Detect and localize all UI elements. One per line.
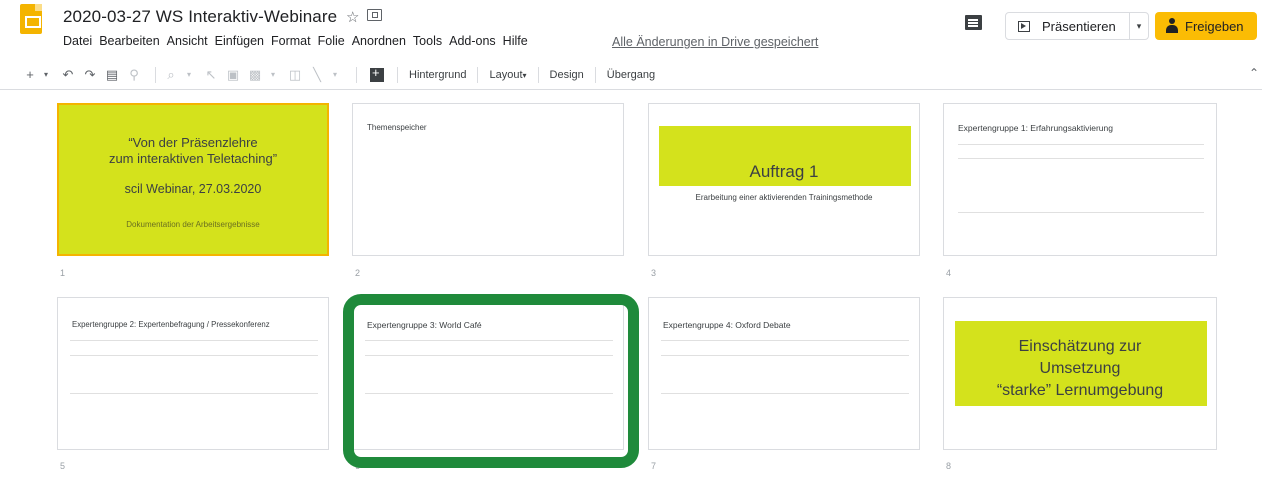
transition-button[interactable]: Übergang bbox=[607, 69, 655, 81]
text-box-icon[interactable]: ▣ bbox=[225, 67, 241, 83]
toolbar: + ▾ ↶ ↷ ▤ ⚲ ⌕ ▾ ↖ ▣ ▩ ▾ ◫ ╲ ▾ Hintergrun… bbox=[0, 60, 1262, 90]
background-button[interactable]: Hintergrund bbox=[409, 69, 466, 81]
slide-1-subtitle: scil Webinar, 27.03.2020 bbox=[124, 182, 262, 196]
slide-thumbnail-7[interactable]: Expertengruppe 4: Oxford Debate bbox=[648, 297, 920, 450]
share-button[interactable]: Freigeben bbox=[1155, 12, 1257, 40]
slide-number: 3 bbox=[651, 268, 657, 278]
person-icon bbox=[1165, 18, 1179, 34]
slide-thumbnail-2[interactable]: Themenspeicher bbox=[352, 103, 624, 256]
slide-2-title: Themenspeicher bbox=[367, 123, 427, 132]
slide-thumbnail-5[interactable]: Expertengruppe 2: Expertenbefragung / Pr… bbox=[57, 297, 329, 450]
slide-6-title: Expertengruppe 3: World Café bbox=[367, 320, 482, 330]
slide-number: 4 bbox=[946, 268, 952, 278]
add-comment-icon[interactable] bbox=[370, 65, 384, 82]
print-icon[interactable]: ▤ bbox=[104, 67, 120, 83]
slide-6-divider bbox=[365, 393, 613, 394]
move-to-folder-icon[interactable] bbox=[367, 9, 382, 21]
slide-thumbnail-1[interactable]: “Von der Präsenzlehre zum interaktiven T… bbox=[57, 103, 329, 256]
toolbar-divider bbox=[594, 66, 596, 83]
shape-icon[interactable]: ◫ bbox=[287, 67, 303, 83]
slide-8-line-2: Umsetzung bbox=[1039, 360, 1121, 377]
slide-4-title: Expertengruppe 1: Erfahrungsaktivierung bbox=[958, 123, 1113, 133]
undo-icon[interactable]: ↶ bbox=[60, 67, 76, 83]
slide-6-divider bbox=[365, 340, 613, 341]
slide-number: 1 bbox=[60, 268, 66, 278]
app-header: 2020-03-27 WS Interaktiv-Webinare ☆ Date… bbox=[0, 0, 1262, 58]
slide-thumbnail-6[interactable]: Expertengruppe 3: World Café bbox=[352, 297, 624, 450]
slide-5-divider bbox=[70, 393, 318, 394]
paint-format-icon[interactable]: ⚲ bbox=[126, 67, 142, 83]
slide-1-footer: Dokumentation der Arbeitsergebnisse bbox=[126, 220, 260, 229]
line-dropdown-icon[interactable]: ▾ bbox=[327, 70, 343, 79]
line-icon[interactable]: ╲ bbox=[309, 67, 325, 83]
toolbar-divider bbox=[155, 66, 156, 83]
slide-4-divider bbox=[958, 212, 1204, 213]
menu-format[interactable]: Format bbox=[271, 34, 311, 48]
new-slide-icon[interactable]: + bbox=[22, 67, 38, 82]
slide-6-divider bbox=[365, 355, 613, 356]
image-dropdown-icon[interactable]: ▾ bbox=[265, 70, 281, 79]
redo-icon[interactable]: ↷ bbox=[82, 67, 98, 83]
toolbar-divider bbox=[477, 66, 479, 83]
document-title[interactable]: 2020-03-27 WS Interaktiv-Webinare bbox=[63, 7, 337, 27]
slide-3-title: Auftrag 1 bbox=[749, 162, 819, 181]
menu-tools[interactable]: Tools bbox=[413, 34, 442, 48]
star-icon[interactable]: ☆ bbox=[346, 8, 359, 26]
select-icon[interactable]: ↖ bbox=[203, 67, 219, 83]
toolbar-divider bbox=[356, 66, 357, 83]
slide-3-subtitle: Erarbeitung einer aktivierenden Training… bbox=[695, 193, 873, 202]
zoom-dropdown-icon[interactable]: ▾ bbox=[181, 70, 197, 79]
present-button[interactable]: Präsentieren bbox=[1005, 12, 1130, 40]
zoom-icon[interactable]: ⌕ bbox=[163, 67, 179, 83]
slide-number: 2 bbox=[355, 268, 361, 278]
slide-7-title: Expertengruppe 4: Oxford Debate bbox=[663, 320, 791, 330]
slide-5-title: Expertengruppe 2: Expertenbefragung / Pr… bbox=[72, 320, 270, 329]
slide-1-quote-2: zum interaktiven Teletaching” bbox=[108, 151, 278, 166]
menu-bar: Datei Bearbeiten Ansicht Einfügen Format… bbox=[63, 34, 535, 48]
slide-7-divider bbox=[661, 393, 909, 394]
slide-thumbnail-3[interactable]: Auftrag 1 Erarbeitung einer aktivierende… bbox=[648, 103, 920, 256]
slide-1-quote: “Von der Präsenzlehre bbox=[128, 135, 258, 150]
menu-datei[interactable]: Datei bbox=[63, 34, 92, 48]
slide-7-divider bbox=[661, 355, 909, 356]
slide-4-divider bbox=[958, 158, 1204, 159]
menu-addons[interactable]: Add-ons bbox=[449, 34, 496, 48]
slide-thumbnail-4[interactable]: Expertengruppe 1: Erfahrungsaktivierung bbox=[943, 103, 1217, 256]
toolbar-divider bbox=[537, 66, 539, 83]
layout-button[interactable]: Layout▾ bbox=[489, 69, 526, 81]
slide-8-line-3: “starke” Lernumgebung bbox=[996, 382, 1164, 399]
menu-hilfe[interactable]: Hilfe bbox=[503, 34, 528, 48]
menu-ansicht[interactable]: Ansicht bbox=[167, 34, 208, 48]
saved-status-link[interactable]: Alle Änderungen in Drive gespeichert bbox=[612, 35, 818, 49]
slide-5-divider bbox=[70, 355, 318, 356]
new-slide-dropdown-icon[interactable]: ▾ bbox=[38, 70, 54, 79]
menu-folie[interactable]: Folie bbox=[318, 34, 345, 48]
layout-caret-icon: ▾ bbox=[522, 70, 527, 80]
comment-history-icon[interactable] bbox=[965, 15, 982, 30]
slides-logo-icon[interactable] bbox=[20, 4, 42, 34]
slide-number: 8 bbox=[946, 461, 952, 471]
slide-number: 6 bbox=[355, 461, 361, 471]
slide-4-divider bbox=[958, 144, 1204, 145]
share-label: Freigeben bbox=[1185, 18, 1244, 34]
present-label: Präsentieren bbox=[1042, 18, 1116, 34]
slide-7-divider bbox=[661, 340, 909, 341]
collapse-menus-icon[interactable]: ⌃ bbox=[1249, 66, 1259, 80]
present-icon bbox=[1018, 20, 1030, 32]
menu-einfuegen[interactable]: Einfügen bbox=[215, 34, 264, 48]
slide-number: 5 bbox=[60, 461, 66, 471]
layout-label: Layout bbox=[489, 68, 523, 81]
slide-5-divider bbox=[70, 340, 318, 341]
slide-number: 7 bbox=[651, 461, 657, 471]
slide-8-line-1: Einschätzung zur bbox=[1018, 338, 1142, 355]
toolbar-divider bbox=[397, 66, 398, 83]
image-icon[interactable]: ▩ bbox=[247, 67, 263, 83]
menu-bearbeiten[interactable]: Bearbeiten bbox=[99, 34, 159, 48]
slide-thumbnail-8[interactable]: Einschätzung zur Umsetzung “starke” Lern… bbox=[943, 297, 1217, 450]
menu-anordnen[interactable]: Anordnen bbox=[352, 34, 406, 48]
present-dropdown-button[interactable]: ▾ bbox=[1129, 12, 1149, 40]
design-button[interactable]: Design bbox=[550, 69, 584, 81]
